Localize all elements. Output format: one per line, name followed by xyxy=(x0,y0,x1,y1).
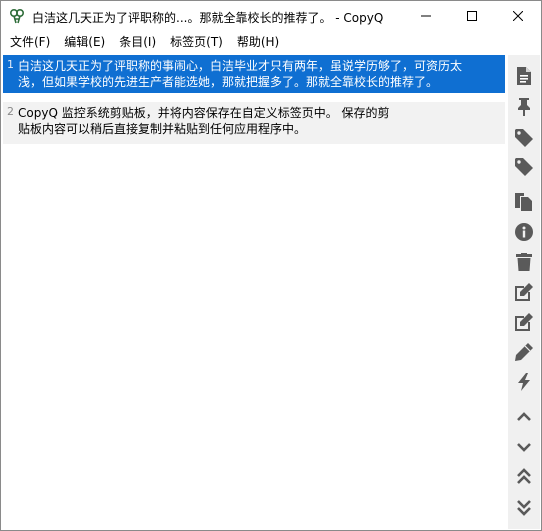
info-button[interactable] xyxy=(511,220,537,246)
clipboard-item-list[interactable]: 1 白洁这几天正为了评职称的事闹心，白洁毕业才只有两年，虽说学历够了，可资历太 … xyxy=(3,55,505,527)
move-bottom-icon xyxy=(516,498,532,519)
tag-button[interactable] xyxy=(511,126,537,152)
maximize-icon xyxy=(467,11,477,21)
tag-button[interactable] xyxy=(511,155,537,181)
menu-file[interactable]: 文件(F) xyxy=(5,31,55,53)
move-down-button[interactable] xyxy=(511,435,537,461)
item-text: 白洁这几天正为了评职称的事闹心，白洁毕业才只有两年，虽说学历够了，可资历太 浅，… xyxy=(18,59,463,89)
maximize-button[interactable] xyxy=(449,1,495,31)
item-number: 1 xyxy=(7,58,14,71)
item-text: CopyQ 监控系统剪贴板，并将内容保存在自定义标签页中。 保存的剪 贴板内容可… xyxy=(18,106,390,136)
minimize-icon xyxy=(421,11,431,21)
move-up-icon xyxy=(516,411,532,426)
item-toolbar xyxy=(508,55,540,529)
pin-icon xyxy=(516,97,532,119)
copy-icon xyxy=(515,192,533,214)
minimize-button[interactable] xyxy=(403,1,449,31)
move-down-icon xyxy=(516,441,532,456)
title-bar[interactable]: 白洁这几天正为了评职称的...。那就全靠校长的推荐了。 - CopyQ xyxy=(1,1,541,31)
edit-icon xyxy=(515,282,533,304)
edit-external-button[interactable] xyxy=(511,310,537,336)
list-item[interactable]: 1 白洁这几天正为了评职称的事闹心，白洁毕业才只有两年，虽说学历够了，可资历太 … xyxy=(3,55,505,93)
action-button[interactable] xyxy=(511,370,537,396)
copy-button[interactable] xyxy=(511,190,537,216)
move-bottom-button[interactable] xyxy=(511,495,537,521)
menu-item[interactable]: 条目(I) xyxy=(114,31,161,53)
list-item[interactable]: 2 CopyQ 监控系统剪贴板，并将内容保存在自定义标签页中。 保存的剪 贴板内… xyxy=(3,102,505,144)
menu-help[interactable]: 帮助(H) xyxy=(232,31,284,53)
tag-icon xyxy=(515,157,533,179)
menu-tabs[interactable]: 标签页(T) xyxy=(165,31,228,53)
info-icon xyxy=(515,222,533,244)
item-number: 2 xyxy=(7,105,14,118)
bolt-icon xyxy=(516,372,532,394)
window-title: 白洁这几天正为了评职称的...。那就全靠校长的推荐了。 - CopyQ xyxy=(32,11,384,25)
pencil-icon xyxy=(515,342,533,364)
new-item-icon xyxy=(516,66,532,88)
copyq-icon xyxy=(9,8,25,24)
edit-button[interactable] xyxy=(511,280,537,306)
edit-external-icon xyxy=(515,312,533,334)
rename-button[interactable] xyxy=(511,340,537,366)
close-icon xyxy=(513,11,523,21)
pin-button[interactable] xyxy=(511,95,537,121)
copyq-window: 白洁这几天正为了评职称的...。那就全靠校长的推荐了。 - CopyQ 文件(F… xyxy=(0,0,542,531)
trash-icon xyxy=(516,252,532,274)
move-top-button[interactable] xyxy=(511,465,537,491)
delete-button[interactable] xyxy=(511,250,537,276)
menu-edit[interactable]: 编辑(E) xyxy=(59,31,110,53)
menu-bar: 文件(F) 编辑(E) 条目(I) 标签页(T) 帮助(H) xyxy=(1,31,541,53)
move-top-icon xyxy=(516,467,532,489)
close-button[interactable] xyxy=(495,1,541,31)
new-item-button[interactable] xyxy=(511,64,537,90)
move-up-button[interactable] xyxy=(511,405,537,431)
tag-icon xyxy=(515,128,533,150)
